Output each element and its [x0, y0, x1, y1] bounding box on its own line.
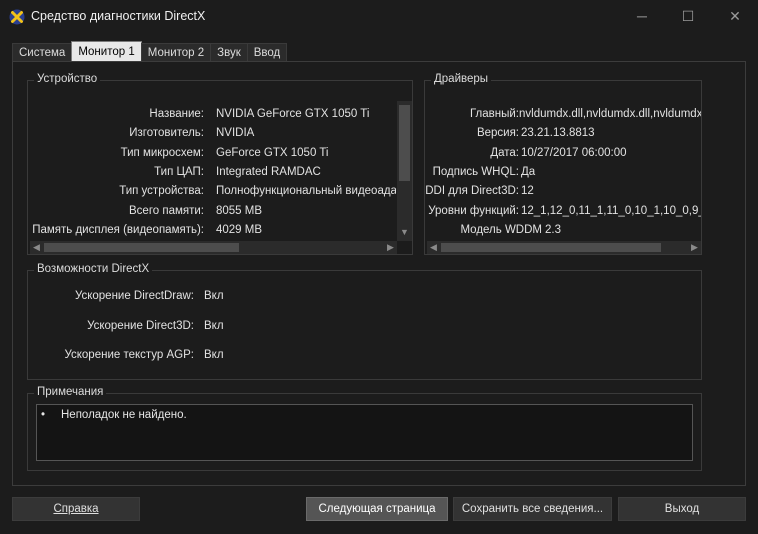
driver-feature-levels-value: 12_1,12_0,11_1,11_0,10_1,10_0,9_3	[521, 205, 701, 217]
device-group-label: Устройство	[34, 73, 101, 85]
tab-sound[interactable]: Звук	[210, 43, 248, 61]
help-button[interactable]: Справка	[12, 497, 140, 521]
scroll-left-icon[interactable]: ◀	[30, 241, 43, 254]
device-manufacturer-label: Изготовитель:	[129, 127, 204, 139]
device-total-memory-value: 8055 MB	[216, 205, 263, 217]
directx-features-group: Возможности DirectX Ускорение DirectDraw…	[27, 263, 702, 380]
drivers-hscroll-thumb[interactable]	[441, 243, 661, 252]
device-display-memory-value: 4029 MB	[216, 224, 263, 236]
tab-system[interactable]: Система	[12, 43, 73, 61]
bullet-icon: •	[41, 409, 46, 421]
exit-button-label: Выход	[664, 503, 700, 515]
driver-version-label: Версия:	[476, 127, 519, 139]
device-type-value: Полнофункциональный видеоадап	[216, 185, 396, 197]
tab-monitor-2[interactable]: Монитор 2	[140, 43, 212, 61]
agp-texture-value: Вкл	[204, 349, 224, 361]
scroll-down-icon[interactable]: ▼	[397, 225, 412, 239]
driver-date-value: 10/27/2017 06:00:00	[521, 147, 627, 159]
driver-feature-levels-label: Уровни функций:	[428, 205, 519, 217]
driver-date-label: Дата:	[490, 147, 519, 159]
close-button[interactable]: ✕	[712, 0, 758, 32]
device-chip-type-label: Тип микросхем:	[120, 147, 204, 159]
device-total-memory-label: Всего памяти:	[129, 205, 204, 217]
device-dac-type-value: Integrated RAMDAC	[216, 166, 321, 178]
next-page-button-label: Следующая страница	[318, 503, 436, 515]
device-hscroll-thumb[interactable]	[44, 243, 239, 252]
device-group: Устройство Название: NVIDIA GeForce GTX …	[27, 73, 413, 255]
close-icon: ✕	[729, 7, 741, 24]
window-title: Средство диагностики DirectX	[31, 9, 206, 23]
device-chip-type-value: GeForce GTX 1050 Ti	[216, 147, 329, 159]
device-name-label: Название:	[149, 108, 204, 120]
directx-x-icon	[9, 9, 25, 25]
notes-item: Неполадок не найдено.	[61, 409, 187, 421]
driver-main-value: nvldumdx.dll,nvldumdx.dll,nvldumdx.d	[519, 108, 701, 120]
title-bar: Средство диагностики DirectX ─ ☐ ✕	[0, 0, 758, 34]
device-horizontal-scrollbar[interactable]: ◀ ▶	[30, 241, 397, 254]
directx-features-label: Возможности DirectX	[34, 263, 153, 275]
exit-button[interactable]: Выход	[618, 497, 746, 521]
device-name-value: NVIDIA GeForce GTX 1050 Ti	[216, 108, 370, 120]
minimize-icon: ─	[637, 8, 647, 24]
drivers-group: Драйверы Главный: nvldumdx.dll,nvldumdx.…	[424, 73, 702, 255]
maximize-button[interactable]: ☐	[665, 0, 711, 32]
directdraw-value: Вкл	[204, 290, 224, 302]
driver-ddi-label: DDI для Direct3D:	[425, 185, 519, 197]
driver-main-label: Главный:	[469, 108, 519, 120]
device-manufacturer-value: NVIDIA	[216, 127, 255, 139]
driver-version-value: 23.21.13.8813	[521, 127, 595, 139]
help-button-label: Справка	[53, 503, 99, 515]
drivers-horizontal-scrollbar[interactable]: ◀ ▶	[427, 241, 701, 254]
tab-monitor-1[interactable]: Монитор 1	[71, 41, 142, 61]
tab-bar: Система Монитор 1 Монитор 2 Звук Ввод	[12, 41, 288, 62]
direct3d-label: Ускорение Direct3D:	[87, 320, 194, 332]
device-type-label: Тип устройства:	[119, 185, 204, 197]
notes-label: Примечания	[34, 386, 107, 398]
device-scroll-thumb[interactable]	[399, 105, 410, 181]
driver-wddm-value: 2.3	[545, 224, 561, 236]
device-display-memory-label: Память дисплея (видеопамять):	[32, 224, 204, 236]
minimize-button[interactable]: ─	[619, 0, 665, 32]
directdraw-label: Ускорение DirectDraw:	[74, 290, 194, 302]
maximize-icon: ☐	[681, 7, 695, 24]
notes-list[interactable]: • Неполадок не найдено.	[36, 404, 693, 461]
drivers-group-label: Драйверы	[431, 73, 492, 85]
driver-whql-value: Да	[521, 166, 536, 178]
tab-input[interactable]: Ввод	[246, 43, 288, 61]
device-vertical-scrollbar[interactable]: ▼	[397, 101, 412, 241]
save-all-info-button-label: Сохранить все сведения...	[461, 503, 604, 515]
driver-wddm-label: Модель WDDM	[460, 224, 542, 236]
driver-ddi-value: 12	[521, 185, 534, 197]
device-dac-type-label: Тип ЦАП:	[154, 166, 204, 178]
agp-texture-label: Ускорение текстур AGP:	[64, 349, 194, 361]
scroll-right-icon[interactable]: ▶	[688, 241, 701, 254]
next-page-button[interactable]: Следующая страница	[306, 497, 448, 521]
direct3d-value: Вкл	[204, 320, 224, 332]
scroll-right-icon[interactable]: ▶	[384, 241, 397, 254]
save-all-info-button[interactable]: Сохранить все сведения...	[453, 497, 612, 521]
driver-whql-label: Подпись WHQL:	[432, 166, 519, 178]
scroll-left-icon[interactable]: ◀	[427, 241, 440, 254]
